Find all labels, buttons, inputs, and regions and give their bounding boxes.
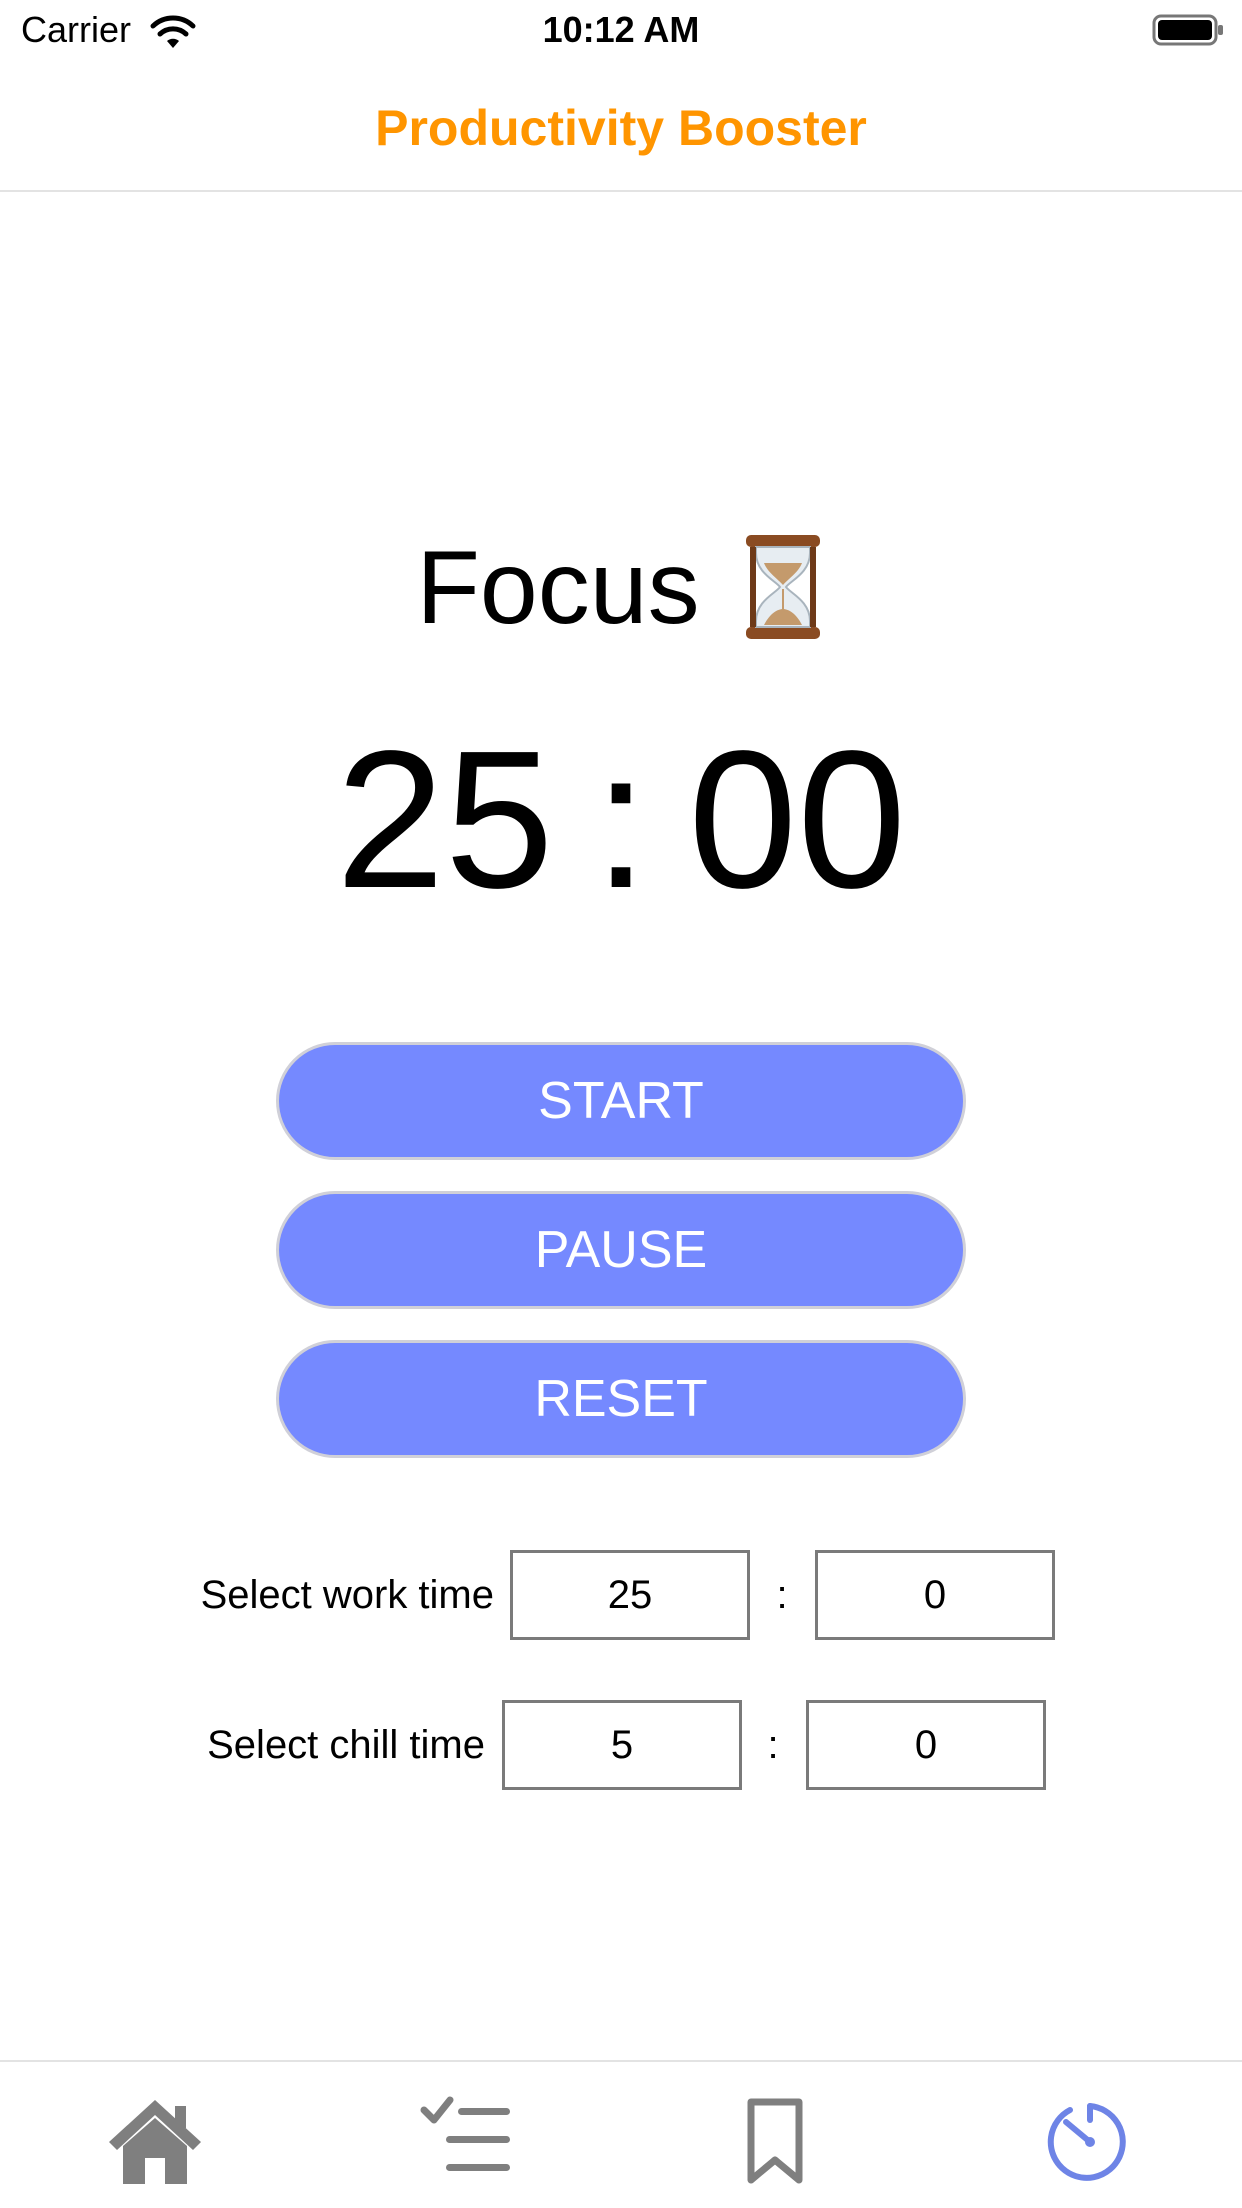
bookmark-icon	[747, 2098, 803, 2184]
timer-colon: :	[593, 710, 649, 929]
navigation-bar: Productivity Booster	[0, 60, 1242, 192]
work-time-separator: :	[776, 1573, 788, 1617]
chill-seconds-picker[interactable]: 0	[806, 1700, 1046, 1790]
timer-seconds: 00	[688, 710, 907, 929]
home-icon	[109, 2100, 201, 2184]
work-time-row: Select work time 25 : 0	[0, 1550, 1242, 1640]
timer-mode-title: Focus	[0, 528, 1242, 648]
checklist-icon	[420, 2096, 510, 2171]
work-seconds-picker[interactable]: 0	[815, 1550, 1055, 1640]
chill-minutes-picker[interactable]: 5	[502, 1700, 742, 1790]
chill-time-row: Select chill time 5 : 0	[0, 1700, 1242, 1790]
reset-button[interactable]: RESET	[276, 1340, 966, 1458]
tab-tasks[interactable]	[416, 2096, 516, 2186]
timer-minutes: 25	[335, 710, 554, 929]
status-time: 10:12 AM	[542, 9, 700, 50]
start-button[interactable]: START	[276, 1042, 966, 1160]
tab-bar	[0, 2060, 1242, 2208]
tab-bookmarks[interactable]	[725, 2096, 825, 2186]
chill-time-label: Select chill time	[207, 1723, 485, 1767]
page-title: Productivity Booster	[375, 100, 867, 156]
pause-button[interactable]: PAUSE	[276, 1191, 966, 1309]
work-time-label: Select work time	[200, 1573, 494, 1617]
timer-icon	[1047, 2103, 1126, 2181]
status-bar: Carrier 10:12 AM	[0, 0, 1242, 60]
chill-time-separator: :	[767, 1723, 779, 1767]
timer-display: 25:00	[0, 720, 1242, 920]
tab-home[interactable]	[105, 2096, 205, 2186]
tab-timer[interactable]	[1036, 2096, 1136, 2186]
timer-mode-label: Focus	[416, 530, 700, 646]
hourglass-icon	[740, 533, 826, 641]
work-minutes-picker[interactable]: 25	[510, 1550, 750, 1640]
battery-icon	[1152, 14, 1226, 46]
